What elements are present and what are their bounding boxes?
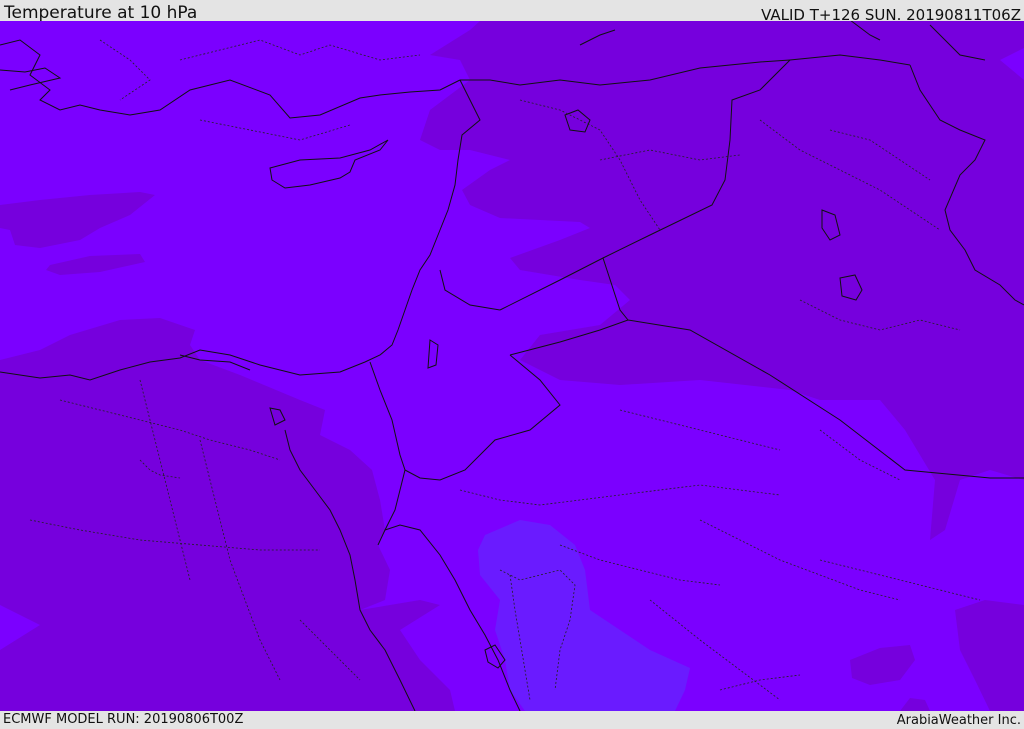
credit: ArabiaWeather Inc. xyxy=(896,713,1021,728)
map-svg xyxy=(0,21,1024,711)
footer-bar: ECMWF MODEL RUN: 20190806T00Z ArabiaWeat… xyxy=(0,711,1024,729)
header-bar: Temperature at 10 hPa VALID T+126 SUN. 2… xyxy=(0,0,1024,24)
map-canvas xyxy=(0,21,1024,711)
model-run: ECMWF MODEL RUN: 20190806T00Z xyxy=(3,712,244,727)
